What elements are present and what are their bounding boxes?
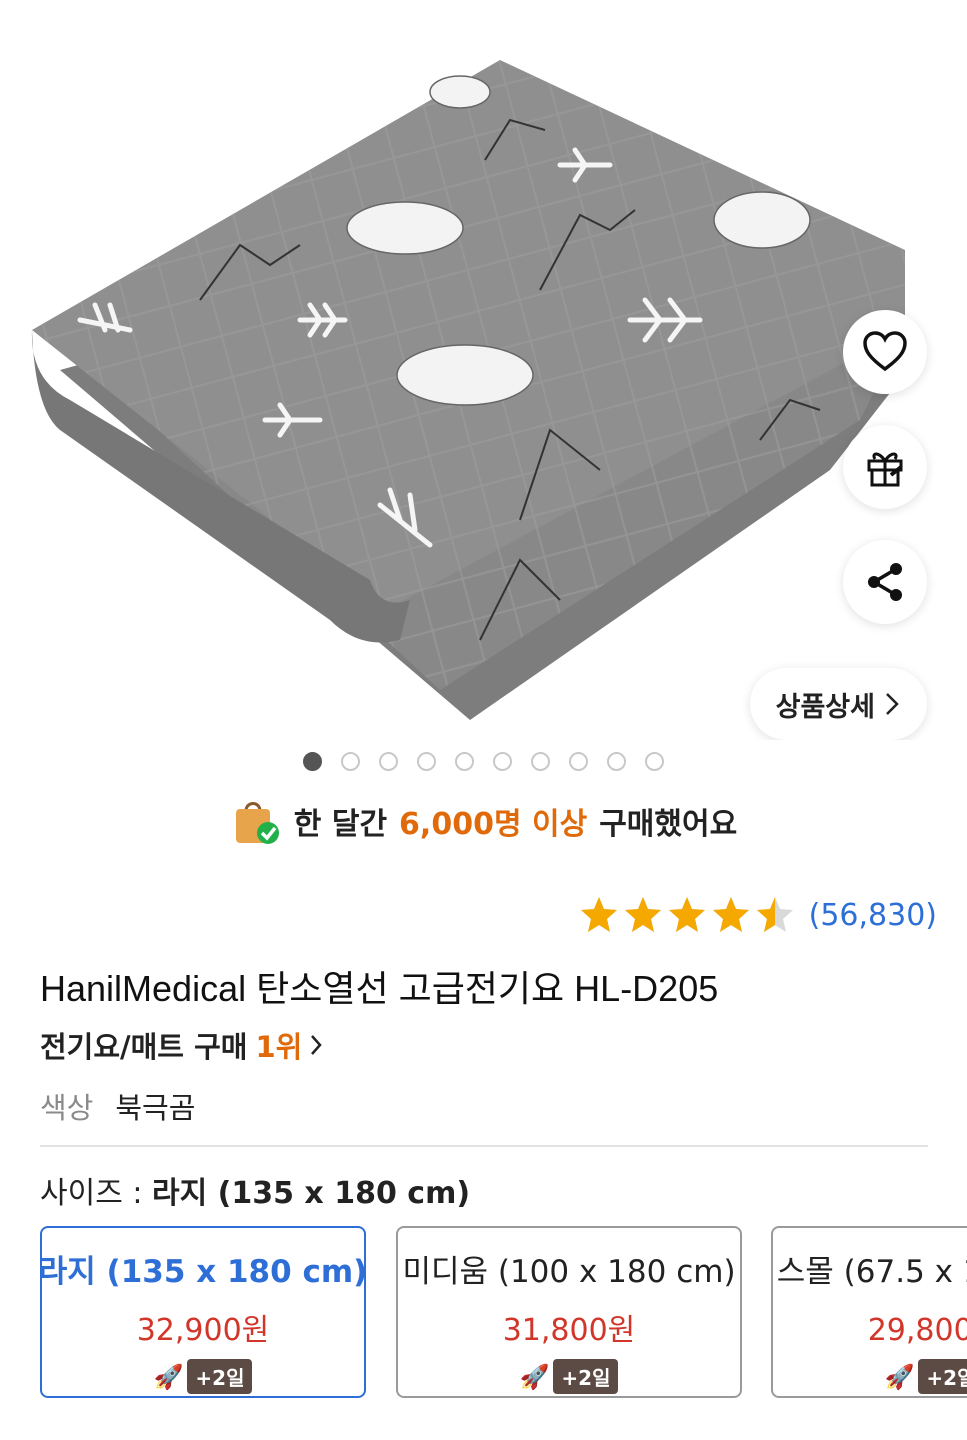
carousel-indicator	[0, 752, 967, 771]
product-detail-label: 상품상세	[775, 691, 875, 723]
size-option-large[interactable]: 라지 (135 x 180 cm) 32,900원 🚀 +2일	[40, 1226, 368, 1398]
size-option-price: 29,800원	[867, 1313, 967, 1348]
heart-icon	[863, 331, 907, 372]
purchase-count-banner: 한 달간 6,000명 이상 구매했어요	[0, 795, 967, 847]
wishlist-button[interactable]	[843, 310, 927, 394]
size-option-header: 사이즈 : 라지 (135 x 180 cm)	[40, 1168, 470, 1212]
color-option-row: 색상 북극곰	[40, 1085, 195, 1127]
carousel-dot[interactable]	[531, 752, 550, 771]
shipping-badge: +2일	[187, 1359, 253, 1394]
shopping-bag-icon	[235, 802, 279, 844]
color-label: 색상	[40, 1091, 94, 1125]
star-icon	[668, 897, 705, 932]
carousel-dot[interactable]	[341, 752, 360, 771]
carousel-dot[interactable]	[455, 752, 474, 771]
share-button[interactable]	[843, 540, 927, 624]
size-option-name: 미디움 (100 x 180 cm)	[402, 1254, 736, 1290]
size-option-name: 라지 (135 x 180 cm)	[40, 1254, 368, 1290]
rank-position: 1위	[255, 1030, 303, 1064]
carousel-dot[interactable]	[379, 752, 398, 771]
size-option-price: 31,800원	[502, 1313, 636, 1348]
product-title: HanilMedical 탄소열선 고급전기요 HL-D205	[40, 968, 719, 1009]
review-count: (56,830)	[808, 897, 937, 933]
size-options: 라지 (135 x 180 cm) 32,900원 🚀 +2일 미디움 (100…	[40, 1226, 967, 1401]
gift-button[interactable]	[843, 425, 927, 509]
category-rank-link[interactable]: 전기요/매트 구매 1위	[40, 1024, 322, 1066]
rocket-icon: 🚀	[884, 1362, 915, 1391]
purchase-banner-highlight: 6,000명 이상	[399, 807, 588, 842]
shipping-info: 🚀 +2일	[520, 1359, 619, 1394]
chevron-right-icon	[311, 1035, 322, 1055]
star-icon	[756, 897, 793, 932]
carousel-dot[interactable]	[417, 752, 436, 771]
size-selected-value: 라지 (135 x 180 cm)	[152, 1176, 471, 1211]
carousel-dot[interactable]	[493, 752, 512, 771]
product-detail-button[interactable]: 상품상세	[749, 668, 927, 740]
purchase-banner-prefix: 한 달간	[293, 807, 388, 842]
rating-stars	[579, 895, 795, 935]
divider	[40, 1145, 928, 1147]
carousel-dot[interactable]	[645, 752, 664, 771]
star-icon	[580, 897, 617, 932]
carousel-dot[interactable]	[569, 752, 588, 771]
product-rating[interactable]: (56,830)	[579, 895, 937, 935]
chevron-right-icon	[886, 693, 899, 715]
rank-category: 전기요/매트 구매	[40, 1030, 248, 1064]
shipping-badge: +2일	[553, 1359, 619, 1394]
size-option-price: 32,900원	[136, 1313, 270, 1348]
product-image	[31, 60, 905, 720]
size-option-medium[interactable]: 미디움 (100 x 180 cm) 31,800원 🚀 +2일	[396, 1226, 742, 1398]
shipping-info: 🚀 +2일	[154, 1359, 253, 1394]
star-icon	[624, 897, 661, 932]
shipping-badge: +2일	[918, 1359, 967, 1394]
rocket-icon: 🚀	[153, 1362, 184, 1391]
size-option-small[interactable]: 스몰 (67.5 x 180 cm) 29,800원 🚀 +2일	[771, 1226, 967, 1398]
purchase-banner-suffix: 구매했어요	[599, 807, 738, 842]
star-icon	[712, 897, 749, 932]
size-option-name: 스몰 (67.5 x 180 cm)	[776, 1254, 967, 1290]
carousel-dot[interactable]	[607, 752, 626, 771]
color-value: 북극곰	[115, 1091, 196, 1125]
size-label: 사이즈 :	[40, 1176, 143, 1211]
carousel-dot[interactable]	[303, 752, 322, 771]
rocket-icon: 🚀	[519, 1362, 550, 1391]
product-image-carousel[interactable]: 상품상세	[0, 0, 967, 740]
share-icon	[868, 563, 902, 601]
shipping-info: 🚀 +2일	[885, 1359, 967, 1394]
gift-icon	[867, 452, 903, 487]
